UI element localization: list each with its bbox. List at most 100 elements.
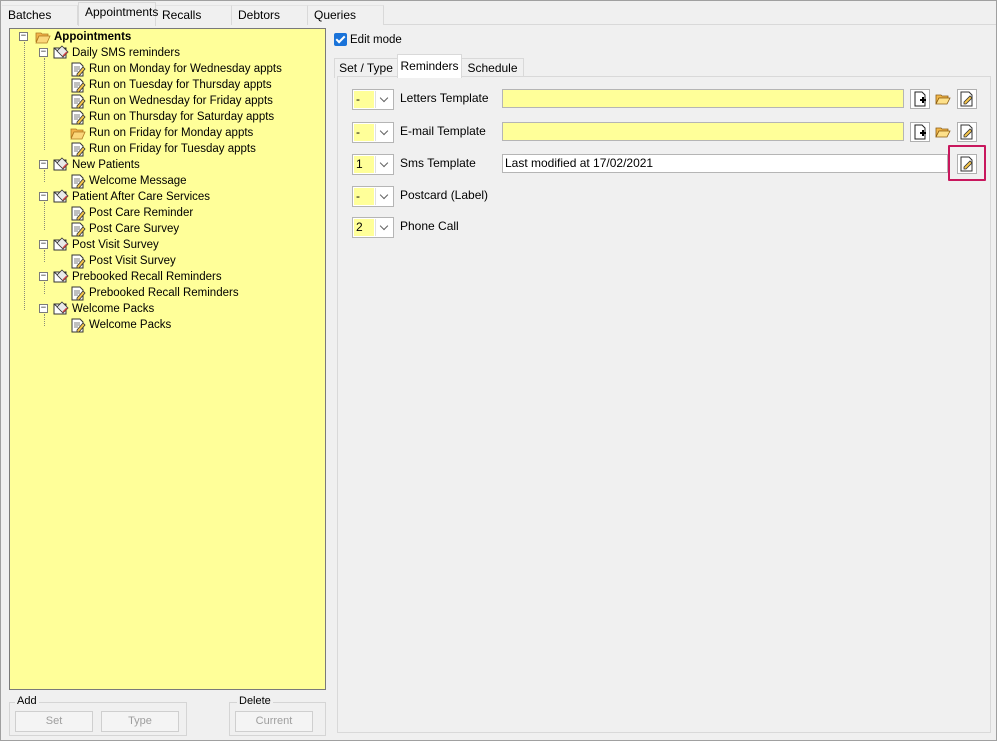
letters-count-combo[interactable]: - (352, 89, 394, 110)
tree-group[interactable]: − Patient After Care Services (39, 189, 210, 205)
edit-document-icon (960, 156, 973, 172)
tree-panel[interactable]: − Appointments − Daily SMS reminders Run o… (9, 28, 326, 690)
tree-item[interactable]: Post Care Survey (70, 221, 179, 237)
tree-item[interactable]: Run on Friday for Tuesday appts (70, 141, 256, 157)
tab-debtors[interactable]: Debtors (232, 5, 308, 25)
postcard-count-combo[interactable]: - (352, 186, 394, 207)
tree-item[interactable]: Welcome Packs (70, 317, 171, 333)
tab-appointments[interactable]: Appointments (78, 2, 158, 26)
tree-group-label: Patient After Care Services (72, 191, 211, 203)
edit-sms-template-button[interactable] (957, 154, 977, 174)
edit-document-icon (70, 77, 86, 93)
edit-document-icon (70, 93, 86, 109)
edit-letter-template-button[interactable] (957, 89, 977, 109)
collapse-icon[interactable]: − (39, 272, 48, 281)
delete-group: Delete Current (229, 695, 326, 736)
reminders-panel (337, 76, 991, 733)
sms-template-field[interactable]: Last modified at 17/02/2021 (502, 154, 948, 173)
edit-document-icon (70, 109, 86, 125)
chevron-down-icon[interactable] (375, 91, 392, 108)
phone-count-combo[interactable]: 2 (352, 217, 394, 238)
reminder-group-icon (53, 189, 69, 205)
collapse-icon[interactable]: − (39, 192, 48, 201)
edit-email-template-button[interactable] (957, 122, 977, 142)
new-letter-template-button[interactable] (910, 89, 930, 109)
postcard-label: Postcard (Label) (400, 188, 489, 202)
tree-group-label: New Patients (72, 159, 140, 171)
new-document-icon (914, 91, 926, 107)
letters-template-field[interactable] (502, 89, 904, 108)
reminder-group-icon (53, 237, 69, 253)
collapse-icon[interactable]: − (19, 32, 28, 41)
tree-item-label: Welcome Message (89, 175, 187, 187)
tree-item[interactable]: Run on Tuesday for Thursday appts (70, 77, 272, 93)
top-tab-bar: Batches Appointments Recalls Debtors Que… (2, 2, 996, 26)
open-folder-icon (70, 125, 86, 141)
reminder-group-icon (53, 45, 69, 61)
tab-set-type[interactable]: Set / Type (334, 58, 398, 78)
tree-item[interactable]: Welcome Message (70, 173, 187, 189)
email-template-field[interactable] (502, 122, 904, 141)
add-type-button[interactable]: Type (101, 711, 179, 732)
email-template-label: E-mail Template (400, 124, 486, 138)
tree-item[interactable]: Run on Wednesday for Friday appts (70, 93, 273, 109)
open-letter-template-button[interactable] (933, 89, 953, 109)
tree-item-label: Run on Friday for Monday appts (89, 127, 254, 139)
add-set-button[interactable]: Set (15, 711, 93, 732)
chevron-down-icon[interactable] (375, 156, 392, 173)
tree-item-label: Run on Monday for Wednesday appts (89, 63, 282, 75)
tree-item-label: Run on Tuesday for Thursday appts (89, 79, 272, 91)
edit-document-icon (70, 221, 86, 237)
delete-current-button[interactable]: Current (235, 711, 313, 732)
tree-item-label: Run on Friday for Tuesday appts (89, 143, 256, 155)
tree-item-label: Post Care Survey (89, 223, 180, 235)
collapse-icon[interactable]: − (39, 160, 48, 169)
tree-group[interactable]: − Prebooked Recall Reminders (39, 269, 222, 285)
tree-group-label: Daily SMS reminders (72, 47, 180, 59)
collapse-icon[interactable]: − (39, 240, 48, 249)
open-folder-icon (935, 127, 951, 138)
edit-document-icon (70, 61, 86, 77)
tree-item[interactable]: Run on Friday for Monday appts (70, 125, 253, 141)
tree-group[interactable]: − New Patients (39, 157, 140, 173)
open-email-template-button[interactable] (933, 122, 953, 142)
tree-item[interactable]: Post Care Reminder (70, 205, 193, 221)
edit-mode-checkbox[interactable] (334, 33, 347, 46)
tree-item[interactable]: Run on Monday for Wednesday appts (70, 61, 282, 77)
tab-reminders[interactable]: Reminders (397, 54, 462, 78)
tree-item-label: Run on Thursday for Saturday appts (89, 111, 275, 123)
edit-document-icon (70, 205, 86, 221)
tree-item-label: Post Care Reminder (89, 207, 194, 219)
chevron-down-icon[interactable] (375, 124, 392, 141)
reminder-group-icon (53, 269, 69, 285)
tree-item-label: Run on Wednesday for Friday appts (89, 95, 273, 107)
tree-group[interactable]: − Daily SMS reminders (39, 45, 180, 61)
sms-count-combo[interactable]: 1 (352, 154, 394, 175)
tab-queries[interactable]: Queries (308, 5, 384, 25)
collapse-icon[interactable]: − (39, 48, 48, 57)
tree-item-label: Prebooked Recall Reminders (89, 287, 239, 299)
edit-document-icon (70, 141, 86, 157)
tree-item[interactable]: Run on Thursday for Saturday appts (70, 109, 274, 125)
tree-group[interactable]: − Post Visit Survey (39, 237, 159, 253)
tab-schedule[interactable]: Schedule (461, 58, 524, 78)
edit-document-icon (70, 285, 86, 301)
tree-group[interactable]: − Welcome Packs (39, 301, 154, 317)
tab-batches[interactable]: Batches (2, 5, 78, 25)
tree-group-label: Prebooked Recall Reminders (72, 271, 222, 283)
chevron-down-icon[interactable] (375, 188, 392, 205)
tree-item-label: Welcome Packs (89, 319, 172, 331)
tab-recalls[interactable]: Recalls (156, 5, 232, 25)
edit-mode-toggle[interactable]: Edit mode (334, 32, 402, 47)
chevron-down-icon[interactable] (375, 219, 392, 236)
email-count-combo[interactable]: - (352, 122, 394, 143)
edit-mode-label: Edit mode (350, 33, 402, 46)
tree-item[interactable]: Post Visit Survey (70, 253, 176, 269)
letters-template-label: Letters Template (400, 91, 489, 105)
add-group: Add Set Type (9, 695, 187, 736)
new-email-template-button[interactable] (910, 122, 930, 142)
collapse-icon[interactable]: − (39, 304, 48, 313)
tree-root[interactable]: − Appointments (19, 29, 131, 45)
delete-group-label: Delete (237, 695, 273, 707)
tree-item[interactable]: Prebooked Recall Reminders (70, 285, 239, 301)
